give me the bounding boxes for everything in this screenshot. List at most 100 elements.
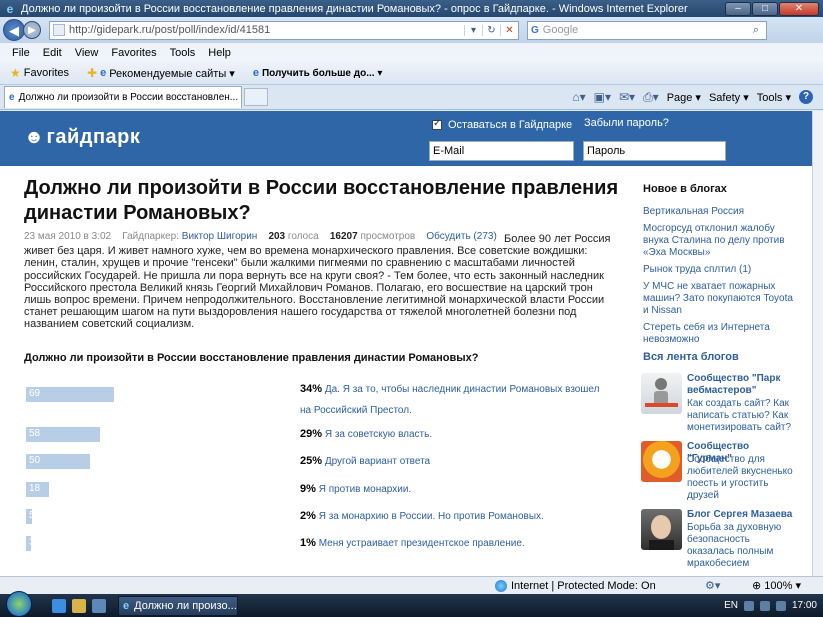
volume-icon[interactable] bbox=[775, 600, 786, 611]
ie-logo-icon: e bbox=[6, 1, 14, 16]
suggested-sites-link[interactable]: ✚ e Рекомендуемые сайты ▾ bbox=[87, 66, 235, 80]
network-icon[interactable] bbox=[759, 600, 770, 611]
menu-edit[interactable]: Edit bbox=[43, 47, 62, 59]
poll-option-label[interactable]: Я за монархию в России. Но против Романо… bbox=[319, 511, 544, 522]
tools-menu[interactable]: Tools ▾ bbox=[757, 91, 791, 104]
suggested-sites-label: Рекомендуемые сайты ▾ bbox=[109, 67, 235, 80]
minimize-button[interactable]: – bbox=[725, 1, 751, 16]
forgot-password-link[interactable]: Забыли пароль? bbox=[584, 117, 669, 129]
favorites-button[interactable]: ★ Favorites bbox=[10, 66, 69, 80]
menu-file[interactable]: File bbox=[12, 47, 30, 59]
poll-option-text[interactable]: 25% Другой вариант ответа bbox=[300, 451, 610, 472]
back-button[interactable]: ◀ bbox=[3, 19, 25, 41]
poll-option-label[interactable]: Да. Я за то, чтобы наследник династии Ро… bbox=[300, 384, 599, 416]
tab-row: e Должно ли произойти в России восстанов… bbox=[0, 85, 823, 110]
zoom-level[interactable]: ⊕ 100% ▾ bbox=[752, 579, 801, 592]
favorites-label: Favorites bbox=[23, 67, 70, 79]
safety-menu[interactable]: Safety ▾ bbox=[709, 91, 749, 104]
clock[interactable]: 17:00 bbox=[792, 600, 817, 611]
remember-label: Оставаться в Гайдпарке bbox=[448, 119, 573, 131]
new-tab-button[interactable] bbox=[244, 88, 268, 106]
email-field[interactable]: E-Mail bbox=[429, 141, 574, 161]
password-field[interactable]: Пароль bbox=[583, 141, 726, 161]
portrait-icon bbox=[649, 515, 674, 550]
page-menu[interactable]: Page ▾ bbox=[667, 91, 701, 104]
poll-option-label[interactable]: Другой вариант ответа bbox=[325, 456, 430, 467]
window-controls: – □ ✕ bbox=[725, 1, 819, 16]
menu-favorites[interactable]: Favorites bbox=[111, 47, 156, 59]
security-zone[interactable]: Internet | Protected Mode: On bbox=[495, 579, 656, 592]
poll-option-text[interactable]: 1% Меня устраивает президентское правлен… bbox=[300, 533, 610, 554]
vertical-scrollbar[interactable] bbox=[812, 111, 823, 576]
help-icon[interactable]: ? bbox=[799, 90, 813, 104]
page-icon bbox=[53, 24, 65, 36]
poll-option-label[interactable]: Я против монархии. bbox=[319, 484, 412, 495]
menu-help[interactable]: Help bbox=[208, 47, 231, 59]
poll-option-text[interactable]: 29% Я за советскую власть. bbox=[300, 424, 610, 445]
search-icon[interactable]: ⌕ bbox=[746, 24, 766, 37]
explorer-quicklaunch-icon[interactable] bbox=[72, 598, 86, 613]
poll-percent: 34% bbox=[300, 383, 323, 395]
blog-link[interactable]: Мосгорсуд отклонил жалобу внука Сталина … bbox=[643, 223, 793, 259]
poll-option-label[interactable]: Я за советскую власть. bbox=[325, 429, 432, 440]
print-icon[interactable]: ⎙▾ bbox=[643, 90, 659, 105]
blog-link[interactable]: Вертикальная Россия bbox=[643, 206, 793, 218]
community-title[interactable]: Сообщество "Парк вебмастеров" bbox=[687, 373, 795, 397]
get-more-addons-link[interactable]: e Получить больше до... ▾ bbox=[253, 67, 383, 79]
community-title[interactable]: Блог Сергея Мазаева bbox=[687, 509, 795, 521]
start-button[interactable] bbox=[6, 590, 32, 617]
forward-button[interactable]: ▶ bbox=[23, 21, 41, 39]
site-logo[interactable]: ☻ гайдпарк bbox=[24, 126, 140, 149]
refresh-icon[interactable]: ↻ bbox=[482, 24, 500, 36]
blogs-list: Вертикальная Россия Мосгорсуд отклонил ж… bbox=[643, 206, 793, 368]
poll-option-label[interactable]: Меня устраивает президентское правление. bbox=[319, 538, 525, 549]
community-desc[interactable]: Борьба за духовную безопасность оказалас… bbox=[687, 522, 795, 570]
community-desc[interactable]: Сообщество для любителей вкусненько поес… bbox=[687, 454, 795, 502]
menu-view[interactable]: View bbox=[75, 47, 99, 59]
taskbar-window-button[interactable]: e Должно ли произо... bbox=[118, 595, 238, 616]
language-indicator[interactable]: EN bbox=[724, 600, 738, 611]
tab-active[interactable]: e Должно ли произойти в России восстанов… bbox=[4, 86, 242, 108]
address-url[interactable]: http://gidepark.ru/post/poll/index/id/41… bbox=[69, 24, 464, 36]
address-bar[interactable]: http://gidepark.ru/post/poll/index/id/41… bbox=[49, 20, 519, 40]
blog-link[interactable]: Рынок труда сплтил (1) bbox=[643, 264, 793, 276]
avatar[interactable] bbox=[641, 509, 682, 550]
poll-percent: 1% bbox=[300, 537, 316, 549]
quick-launch bbox=[52, 598, 106, 613]
poll-option-text[interactable]: 34% Да. Я за то, чтобы наследник династи… bbox=[300, 379, 610, 421]
remember-checkbox[interactable] bbox=[432, 118, 442, 130]
desktop-quicklaunch-icon[interactable] bbox=[92, 598, 106, 613]
blog-link[interactable]: Стереть себя из Интернета невозможно bbox=[643, 322, 793, 346]
blog-link[interactable]: У МЧС не хватает пожарных машин? Зато по… bbox=[643, 281, 793, 317]
window-titlebar: e Должно ли произойти в России восстанов… bbox=[0, 0, 823, 17]
poll-option-text[interactable]: 9% Я против монархии. bbox=[300, 479, 610, 500]
home-icon[interactable]: ⌂▾ bbox=[572, 90, 585, 104]
poll-bar-votes: 5 bbox=[29, 510, 35, 521]
poll-option-text[interactable]: 2% Я за монархию в России. Но против Ром… bbox=[300, 506, 610, 527]
stop-icon[interactable]: ✕ bbox=[500, 24, 518, 36]
search-box[interactable]: G Google ⌕ bbox=[527, 20, 767, 40]
poll-percent: 9% bbox=[300, 483, 316, 495]
remember-me[interactable]: Оставаться в Гайдпарке bbox=[432, 118, 573, 131]
search-input[interactable]: Google bbox=[543, 24, 746, 36]
all-blogs-link[interactable]: Вся лента блогов bbox=[643, 351, 793, 363]
close-button[interactable]: ✕ bbox=[779, 1, 819, 16]
protected-mode-icon[interactable]: ⚙▾ bbox=[705, 579, 720, 592]
menu-tools[interactable]: Tools bbox=[170, 47, 196, 59]
mail-icon[interactable]: ✉▾ bbox=[619, 90, 635, 104]
feeds-icon[interactable]: ▣▾ bbox=[594, 90, 611, 104]
gourmet-icon[interactable] bbox=[641, 441, 682, 482]
poll-bar-votes: 3 bbox=[29, 537, 35, 548]
add-favorite-icon[interactable]: ✚ bbox=[87, 66, 97, 80]
menu-bar: File Edit View Favorites Tools Help bbox=[0, 43, 823, 62]
ie-quicklaunch-icon[interactable] bbox=[52, 598, 66, 613]
command-bar: ⌂▾ ▣▾ ✉▾ ⎙▾ Page ▾ Safety ▾ Tools ▾ ? bbox=[572, 90, 823, 105]
maximize-button[interactable]: □ bbox=[752, 1, 778, 16]
tray-icon[interactable] bbox=[743, 600, 754, 611]
person-icon bbox=[645, 378, 678, 407]
community-desc[interactable]: Как создать сайт? Как написать статью? К… bbox=[687, 398, 795, 434]
ie-page-icon: e bbox=[252, 67, 259, 79]
address-dropdown-icon[interactable]: ▾ bbox=[464, 24, 482, 36]
webmasters-icon[interactable] bbox=[641, 373, 682, 414]
taskbar-window-label: Должно ли произо... bbox=[134, 599, 237, 612]
